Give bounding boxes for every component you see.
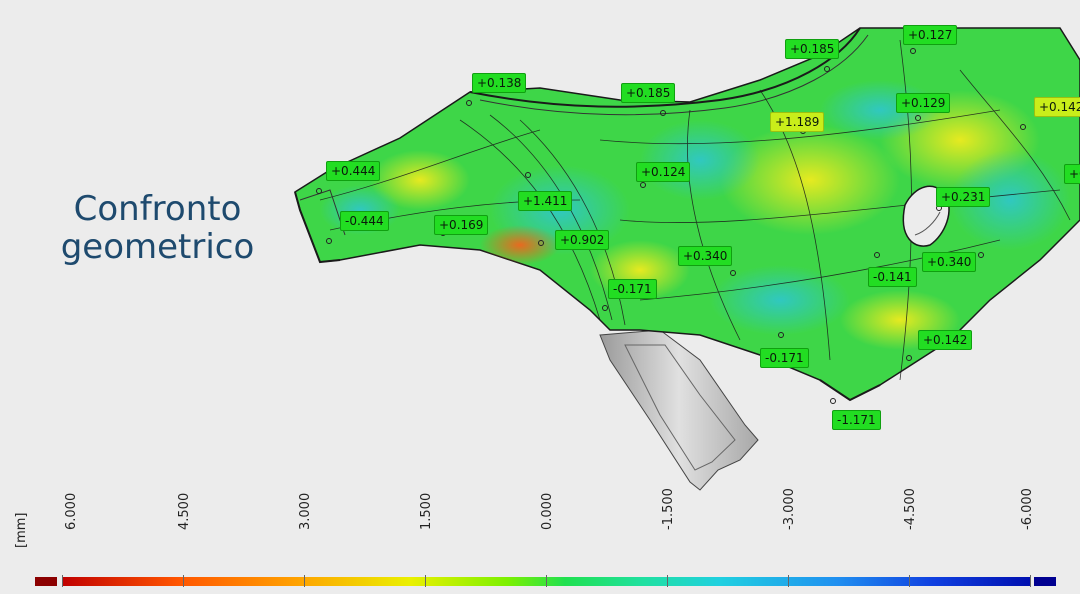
scale-tick bbox=[788, 575, 789, 587]
deviation-callout[interactable]: +0.444 bbox=[326, 161, 381, 181]
scale-below-range-swatch bbox=[35, 577, 57, 586]
deviation-callout[interactable]: +0.142 bbox=[918, 330, 973, 350]
scale-tick-label: 0.000 bbox=[540, 492, 555, 530]
deviation-callout[interactable]: +0.127 bbox=[903, 25, 958, 45]
measure-point[interactable] bbox=[824, 66, 830, 72]
deviation-callout[interactable]: +0 bbox=[1064, 164, 1080, 184]
measure-point[interactable] bbox=[910, 48, 916, 54]
deviation-callout[interactable]: -1.171 bbox=[832, 410, 881, 430]
deviation-callout[interactable]: -0.171 bbox=[760, 348, 809, 368]
measure-point[interactable] bbox=[730, 270, 736, 276]
measure-point[interactable] bbox=[830, 398, 836, 404]
deviation-callout[interactable]: +0.142 bbox=[1034, 97, 1080, 117]
scale-tick bbox=[62, 575, 63, 587]
measure-point[interactable] bbox=[978, 252, 984, 258]
scale-tick bbox=[1030, 575, 1031, 587]
deviation-callout[interactable]: -0.171 bbox=[608, 279, 657, 299]
scale-tick bbox=[909, 575, 910, 587]
deviation-callout[interactable]: +0.340 bbox=[922, 252, 977, 272]
deviation-callout[interactable]: +0.124 bbox=[636, 162, 691, 182]
scale-tick bbox=[183, 575, 184, 587]
scale-tick-label: 1.500 bbox=[419, 492, 434, 530]
deviation-callout[interactable]: +1.411 bbox=[518, 191, 573, 211]
scale-unit-label: [mm] bbox=[14, 512, 29, 548]
measure-point[interactable] bbox=[915, 115, 921, 121]
scale-tick bbox=[546, 575, 547, 587]
deviation-callout[interactable]: +0.185 bbox=[785, 39, 840, 59]
deviation-callout[interactable]: +0.169 bbox=[434, 215, 489, 235]
measure-point[interactable] bbox=[466, 100, 472, 106]
scale-tick-label: 4.500 bbox=[177, 492, 192, 530]
measure-point[interactable] bbox=[326, 238, 332, 244]
scale-tick-label: 6.000 bbox=[64, 492, 79, 530]
scale-tick-label: -4.500 bbox=[903, 488, 918, 530]
deviation-callout[interactable]: +0.902 bbox=[555, 230, 610, 250]
grey-bracket bbox=[599, 329, 759, 491]
deviation-callout[interactable]: +0.129 bbox=[896, 93, 951, 113]
measure-point[interactable] bbox=[660, 110, 666, 116]
measure-point[interactable] bbox=[1020, 124, 1026, 130]
measure-point[interactable] bbox=[316, 188, 322, 194]
scale-tick bbox=[667, 575, 668, 587]
measure-point[interactable] bbox=[525, 172, 531, 178]
scale-tick-label: -1.500 bbox=[661, 488, 676, 530]
scale-tick bbox=[304, 575, 305, 587]
measure-point[interactable] bbox=[538, 240, 544, 246]
measure-point[interactable] bbox=[778, 332, 784, 338]
deviation-callout[interactable]: +0.340 bbox=[678, 246, 733, 266]
measure-point[interactable] bbox=[906, 355, 912, 361]
scale-tick-label: -3.000 bbox=[782, 488, 797, 530]
deviation-callout[interactable]: +1.189 bbox=[770, 112, 825, 132]
deviation-callout[interactable]: +0.138 bbox=[472, 73, 527, 93]
deviation-callout[interactable]: +0.185 bbox=[621, 83, 676, 103]
measure-point[interactable] bbox=[874, 252, 880, 258]
measure-point[interactable] bbox=[602, 305, 608, 311]
scale-tick bbox=[425, 575, 426, 587]
measure-point[interactable] bbox=[640, 182, 646, 188]
scale-tick-label: -6.000 bbox=[1020, 488, 1035, 530]
scale-tick-label: 3.000 bbox=[298, 492, 313, 530]
deviation-callout[interactable]: +0.231 bbox=[936, 187, 991, 207]
scale-above-range-swatch bbox=[1034, 577, 1056, 586]
deviation-callout[interactable]: -0.141 bbox=[868, 267, 917, 287]
deviation-callout[interactable]: -0.444 bbox=[340, 211, 389, 231]
